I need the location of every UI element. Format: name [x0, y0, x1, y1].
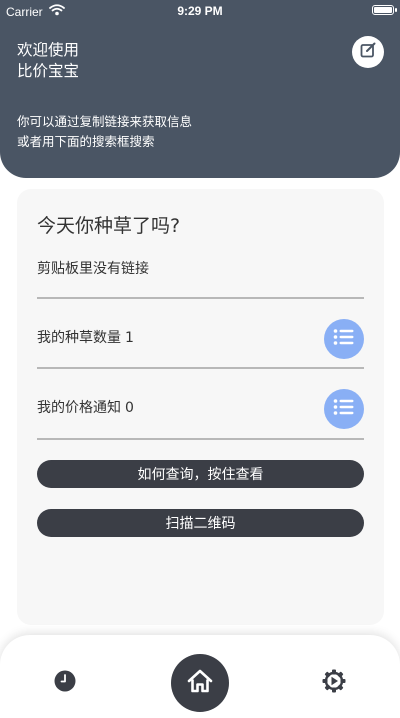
grass-count-row[interactable]: 我的种草数量 1 [37, 301, 364, 369]
settings-icon [321, 668, 347, 698]
bottom-nav [0, 635, 400, 718]
edit-icon [359, 41, 377, 63]
nav-history[interactable] [52, 670, 78, 696]
home-icon [186, 668, 214, 698]
header: Carrier 9:29 PM 欢迎使用 比价宝宝 你可以通过复制链接来获取信息 [0, 0, 400, 178]
edit-button[interactable] [352, 36, 384, 68]
card-title: 今天你种草了吗? [37, 215, 181, 237]
nav-settings[interactable] [321, 668, 347, 698]
grass-count-value: 1 [125, 330, 134, 346]
welcome-title: 欢迎使用 比价宝宝 [17, 40, 79, 82]
price-count-value: 0 [125, 400, 134, 416]
price-notice-label: 我的价格通知 0 [37, 397, 134, 417]
welcome-line-1: 欢迎使用 [17, 41, 80, 59]
grass-count-label: 我的种草数量 1 [37, 327, 134, 347]
price-label: 我的价格通知 [37, 400, 121, 416]
intro-text: 你可以通过复制链接来获取信息 或者用下面的搜索框搜索 [17, 112, 192, 152]
intro-line-2: 或者用下面的搜索框搜索 [17, 134, 155, 149]
history-icon [53, 669, 77, 697]
status-bar: Carrier 9:29 PM [0, 0, 400, 22]
main-card: 今天你种草了吗? 剪贴板里没有链接 我的种草数量 1 我的价格通知 0 如何查询… [17, 189, 384, 625]
welcome-line-2: 比价宝宝 [17, 62, 80, 80]
grass-list-button[interactable] [324, 319, 364, 359]
price-notice-row[interactable]: 我的价格通知 0 [37, 371, 364, 440]
battery-icon [372, 5, 397, 15]
how-to-query-button[interactable]: 如何查询，按住查看 [37, 460, 364, 488]
intro-line-1: 你可以通过复制链接来获取信息 [17, 114, 193, 129]
price-list-button[interactable] [324, 389, 364, 429]
grass-label: 我的种草数量 [37, 330, 121, 346]
list-icon [333, 398, 355, 420]
list-icon [333, 328, 355, 350]
clipboard-status: 剪贴板里没有链接 [37, 261, 149, 277]
app-screen: Carrier 9:29 PM 欢迎使用 比价宝宝 你可以通过复制链接来获取信息 [0, 0, 400, 718]
clipboard-row: 剪贴板里没有链接 [37, 249, 364, 299]
status-time: 9:29 PM [177, 4, 223, 18]
nav-home[interactable] [171, 654, 229, 712]
scan-qr-button[interactable]: 扫描二维码 [37, 509, 364, 537]
